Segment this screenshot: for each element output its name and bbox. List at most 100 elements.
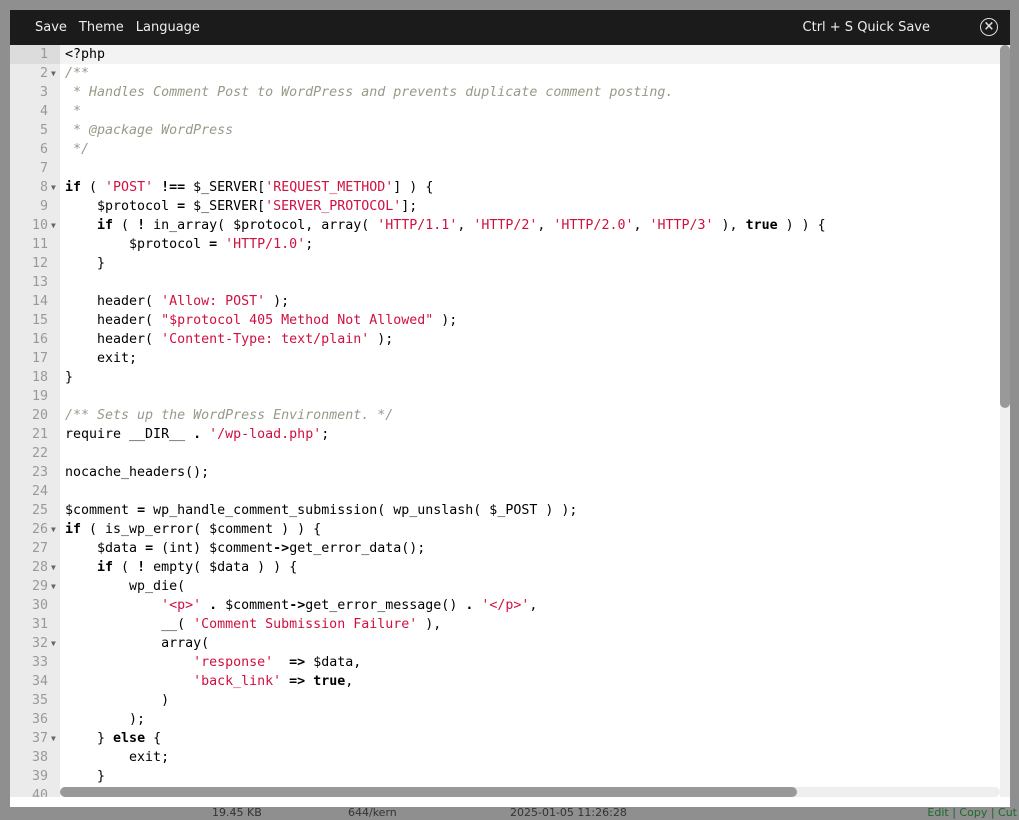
code-lines[interactable]: 1 <?php 2 ▼/** 3 * Handles Comment Post to W… [10, 45, 1000, 797]
code-token: ( [81, 180, 106, 195]
operator-token: . [209, 598, 218, 613]
code-line[interactable]: 31 __( 'Comment Submission Failure' ), [32, 615, 1000, 634]
operator-token: => [289, 674, 306, 689]
editor-menu: Save Theme Language [35, 10, 200, 45]
code-line[interactable]: 19 [32, 387, 1000, 406]
fold-arrow-icon[interactable]: ▼ [51, 178, 56, 197]
operator-token: -> [273, 541, 290, 556]
code-line[interactable]: 8 ▼ if ( 'POST' !== $_SERVER['REQUEST_METH… [40, 178, 1000, 197]
fold-arrow-icon[interactable]: ▼ [51, 634, 56, 653]
menu-theme[interactable]: Theme [79, 10, 124, 45]
code-line[interactable]: 25 $comment = wp_handle_comment_submissio… [32, 501, 1000, 520]
code-line[interactable]: 10 ▼ if ( ! in_array( $protocol, array( '… [32, 216, 1000, 235]
editor-toolbar: Save Theme Language Ctrl + S Quick Save … [10, 10, 1010, 45]
code-line[interactable]: 13 [32, 273, 1000, 292]
horizontal-scrollbar[interactable] [60, 787, 1000, 797]
code-line[interactable]: 20 /** Sets up the WordPress Environment.… [32, 406, 1000, 425]
line-number: 23 [31, 465, 48, 480]
code-line[interactable]: 37 ▼ } else { [32, 729, 1000, 748]
operator-token: = [177, 199, 186, 214]
keyword-token: true [313, 674, 346, 689]
code-line[interactable]: 21 require __DIR__ . '/wp-load.php'; [32, 425, 1000, 444]
operator-token: . [193, 427, 202, 442]
string-token: 'HTTP/1.0' [225, 237, 306, 252]
code-line[interactable]: 39 } [32, 767, 1000, 786]
line-number: 11 [31, 237, 48, 252]
line-number: 32 [31, 636, 48, 651]
line-number: 28 [31, 560, 48, 575]
fold-arrow-icon[interactable]: ▼ [51, 64, 56, 83]
vertical-scroll-thumb[interactable] [1000, 45, 1010, 408]
code-line[interactable]: 17 exit; [32, 349, 1000, 368]
fold-arrow-icon[interactable]: ▼ [51, 216, 56, 235]
code-line[interactable]: 5 * @package WordPress [40, 121, 1000, 140]
operator-token: !== [161, 180, 186, 195]
code-line[interactable]: 2 ▼ /** [40, 64, 1000, 83]
code-line[interactable]: 7 [40, 159, 1000, 178]
code-line[interactable]: 29 ▼ wp_die( [32, 577, 1000, 596]
horizontal-scroll-thumb[interactable] [60, 787, 797, 797]
code-line[interactable]: 14 header( 'Allow: POST' ); [32, 292, 1000, 311]
code-text: header( "$protocol 405 Method Not Allowe… [65, 311, 457, 330]
code-line[interactable]: 35 ) [32, 691, 1000, 710]
code-line[interactable]: 4 * [40, 102, 1000, 121]
vertical-scrollbar[interactable] [1000, 45, 1010, 797]
code-line[interactable]: 9 $protocol = $_SERVER['SERVER_PROTOCOL'… [40, 197, 1000, 216]
code-line[interactable]: 12 } [32, 254, 1000, 273]
code-line[interactable]: 23 nocache_headers(); [32, 463, 1000, 482]
operator-token: -> [289, 598, 306, 613]
line-number: 1 [10, 45, 60, 64]
code-line[interactable]: 30 '<p>' . $comment->get_error_message()… [32, 596, 1000, 615]
code-line[interactable]: 18} [32, 368, 1000, 387]
code-area[interactable]: 1 <?php 2 ▼/** 3 * Handles Comment Post to W… [10, 45, 1000, 797]
code-line[interactable]: 28 ▼ if ( ! empty( $data ) ) { [32, 558, 1000, 577]
code-line[interactable]: 3 * Handles Comment Post to WordPress an… [40, 83, 1000, 102]
operator-token: => [289, 655, 306, 670]
code-line[interactable]: 36 ); [32, 710, 1000, 729]
code-token: $data [65, 541, 146, 556]
fold-arrow-icon[interactable]: ▼ [51, 577, 56, 596]
code-line[interactable]: 24 [32, 482, 1000, 501]
code-token: { [145, 731, 162, 746]
code-token: ( [113, 560, 138, 575]
code-line[interactable]: 11 $protocol = 'HTTP/1.0'; [32, 235, 1000, 254]
code-token: ( [113, 218, 138, 233]
menu-save[interactable]: Save [35, 10, 67, 45]
line-number: 21 [31, 427, 48, 442]
code-token: $protocol [65, 199, 178, 214]
fold-arrow-icon[interactable]: ▼ [51, 729, 56, 748]
line-number: 27 [31, 541, 48, 556]
code-line[interactable]: 26 ▼ if ( is_wp_error( $comment ) ) { [32, 520, 1000, 539]
code-text: <?php [65, 45, 105, 64]
comment-token: * [65, 104, 82, 119]
code-token: header( [65, 313, 162, 328]
fold-arrow-icon[interactable]: ▼ [51, 520, 56, 539]
code-line[interactable]: 6 */ [40, 140, 1000, 159]
code-line[interactable]: 34 'back_link' => true, [32, 672, 1000, 691]
code-token: , [345, 674, 354, 689]
fold-arrow-icon[interactable]: ▼ [51, 558, 56, 577]
operator-token: = [145, 541, 154, 556]
code-token: array( [65, 636, 210, 651]
code-line[interactable]: 22 [32, 444, 1000, 463]
code-token: wp_die( [65, 579, 186, 594]
code-line[interactable]: 16 header( 'Content-Type: text/plain' ); [32, 330, 1000, 349]
code-text: } [65, 254, 105, 273]
code-text: * Handles Comment Post to WordPress and … [65, 83, 673, 102]
line-number: 34 [31, 674, 48, 689]
code-line[interactable]: 32 ▼ array( [32, 634, 1000, 653]
close-icon[interactable]: × [980, 18, 998, 36]
line-number: 25 [31, 503, 48, 518]
line-number: 40 [31, 788, 48, 797]
keyword-token: if [65, 180, 82, 195]
code-token: in_array( $protocol, array( [145, 218, 378, 233]
code-line[interactable]: 15 header( "$protocol 405 Method Not All… [32, 311, 1000, 330]
code-line[interactable]: 38 exit; [32, 748, 1000, 767]
menu-language[interactable]: Language [136, 10, 200, 45]
code-line[interactable]: 33 'response' => $data, [32, 653, 1000, 672]
code-text: if ( is_wp_error( $comment ) ) { [65, 520, 321, 539]
code-line[interactable]: 1 <?php [10, 45, 1000, 64]
code-line[interactable]: 27 $data = (int) $comment->get_error_dat… [32, 539, 1000, 558]
